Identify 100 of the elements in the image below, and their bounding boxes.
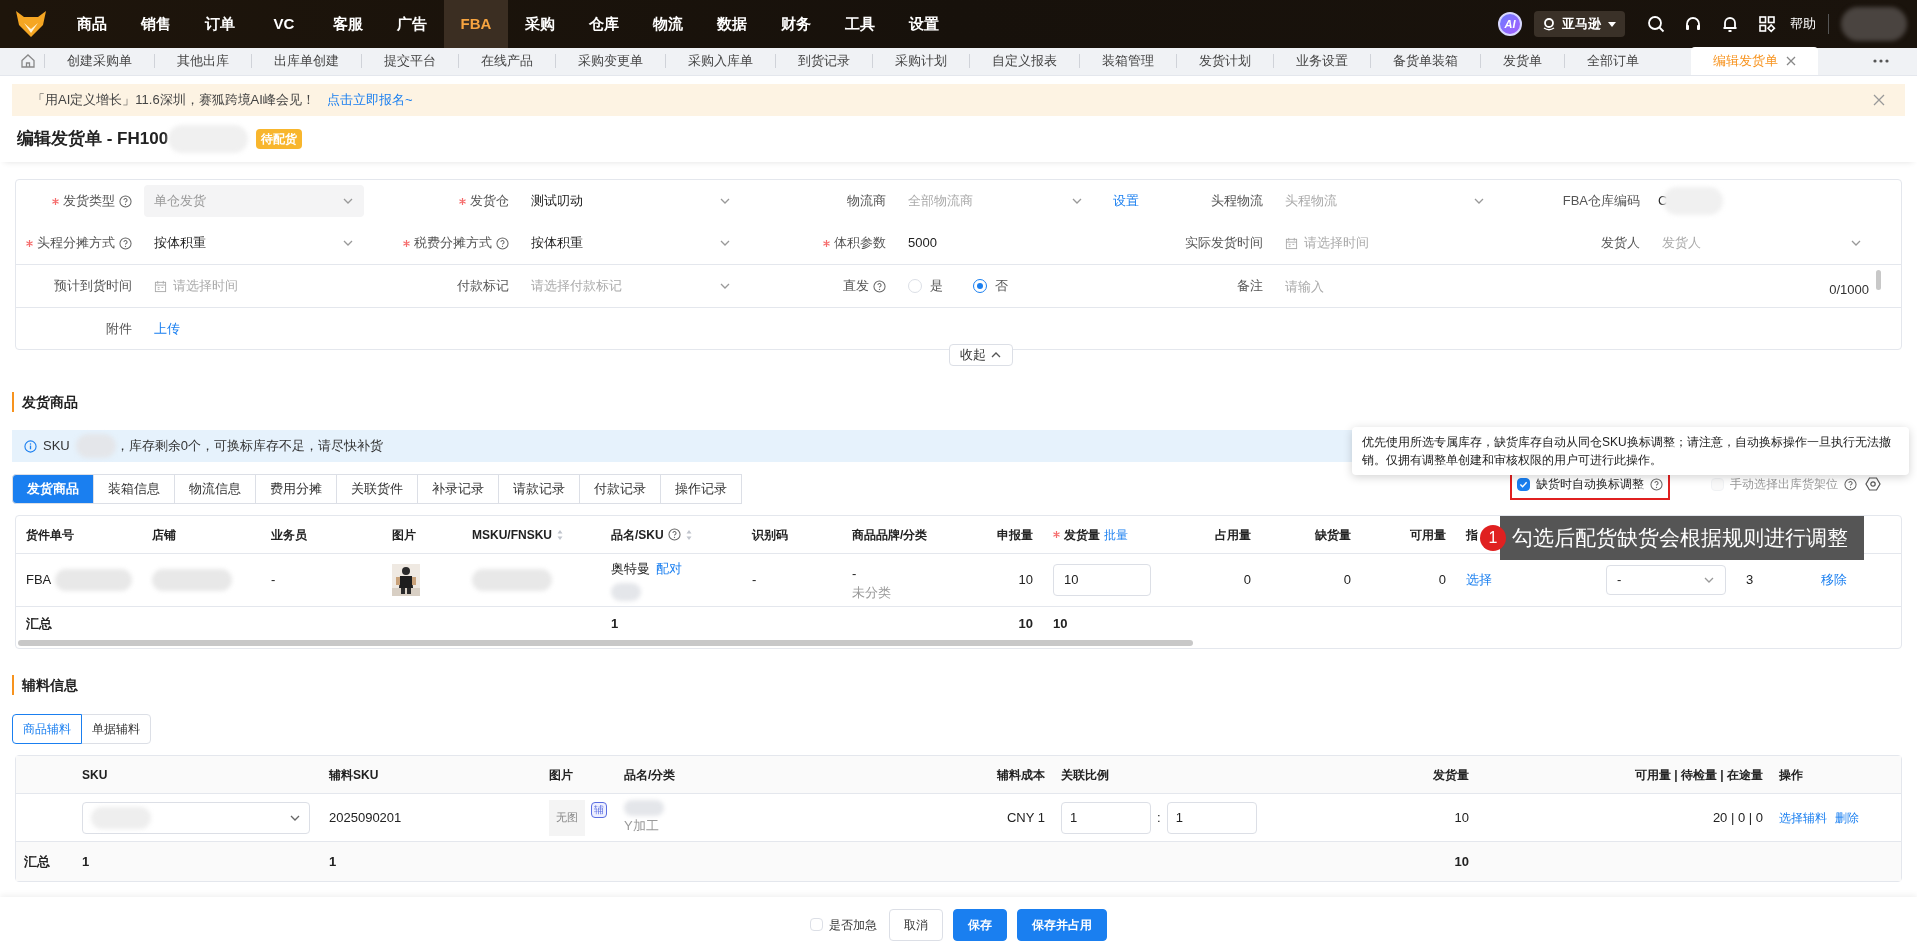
ratio-input[interactable]: 1 — [1061, 801, 1151, 834]
checkbox[interactable] — [1517, 477, 1530, 491]
total-label: 汇总 — [24, 852, 50, 871]
column-header: 店铺 — [152, 526, 176, 544]
column-header: 可用量 | 待检量 | 在途量 — [1634, 766, 1763, 784]
action-link[interactable]: 移除 — [1821, 570, 1847, 590]
nav-item[interactable]: 物流 — [636, 0, 700, 48]
apps-icon[interactable] — [1758, 15, 1776, 33]
avatar[interactable] — [1841, 7, 1907, 41]
tab[interactable]: 单据辅料 — [81, 714, 151, 744]
nav-item[interactable]: 客服 — [316, 0, 380, 48]
tab[interactable]: 采购入库单 — [666, 47, 775, 75]
field-label: 头程物流 — [1211, 192, 1263, 211]
headset-icon[interactable] — [1684, 15, 1702, 33]
total-value: 10 — [1018, 614, 1033, 633]
ai-badge[interactable]: AI — [1498, 12, 1522, 36]
tab[interactable]: 出库单创建 — [252, 47, 361, 75]
table-cell-text: - — [752, 571, 757, 590]
tab[interactable]: 操作记录 — [660, 474, 742, 504]
field-label: 附件 — [106, 319, 132, 338]
more-icon[interactable] — [1873, 59, 1889, 63]
quantity-input[interactable]: 10 — [1053, 564, 1151, 596]
nav-item[interactable]: 商品 — [60, 0, 124, 48]
close-icon[interactable] — [1786, 56, 1796, 66]
primary-button[interactable]: 保存并占用 — [1017, 908, 1107, 941]
select-field[interactable]: 测试叨动 — [521, 185, 741, 217]
tab[interactable]: 付款记录 — [579, 474, 661, 504]
tab[interactable]: 装箱信息 — [93, 474, 175, 504]
tab[interactable]: 采购计划 — [873, 47, 969, 75]
collapse-button[interactable]: 收起 — [949, 344, 1013, 366]
tab[interactable]: 物流信息 — [174, 474, 256, 504]
upload-link[interactable]: 上传 — [154, 318, 180, 339]
signup-link[interactable]: 点击立即报名~ — [326, 90, 413, 110]
platform-dropdown[interactable]: 亚马逊 — [1534, 11, 1625, 37]
nav-item[interactable]: 数据 — [700, 0, 764, 48]
tab[interactable]: 费用分摊 — [255, 474, 337, 504]
total-value: 1 — [82, 852, 90, 871]
tab[interactable]: 关联货件 — [336, 474, 418, 504]
tab[interactable]: 补录记录 — [417, 474, 499, 504]
ratio-separator: : — [1157, 808, 1161, 827]
tab[interactable]: 发货单 — [1481, 47, 1564, 75]
tab[interactable]: 业务设置 — [1274, 47, 1370, 75]
select-field[interactable]: - — [1606, 565, 1726, 595]
tab[interactable]: 到货记录 — [776, 47, 872, 75]
nav-item[interactable]: 销售 — [124, 0, 188, 48]
tab[interactable]: 请款记录 — [498, 474, 580, 504]
settings-icon[interactable] — [1865, 476, 1881, 492]
tab[interactable]: 发货计划 — [1177, 47, 1273, 75]
tab[interactable]: 商品辅料 — [12, 714, 82, 744]
batch-link[interactable]: 批量 — [1104, 525, 1128, 544]
table-cell-text: 20 | 0 | 0 — [1712, 808, 1763, 827]
select-field[interactable] — [82, 801, 310, 834]
status-badge: 待配货 — [256, 129, 303, 149]
tab[interactable]: 提交平台 — [362, 47, 458, 75]
settings-link[interactable]: 设置 — [1113, 191, 1139, 211]
select-field[interactable]: 按体积重 — [144, 227, 364, 259]
section-title: 辅料信息 — [22, 675, 78, 695]
bell-icon[interactable] — [1721, 15, 1739, 33]
nav-item[interactable]: VC — [252, 0, 316, 48]
nav-item[interactable]: 采购 — [508, 0, 572, 48]
field-label: 直发 — [843, 277, 869, 296]
remark-field[interactable]: 请输入 0/1000 — [1275, 270, 1883, 302]
close-icon[interactable] — [1873, 94, 1885, 106]
search-icon[interactable] — [1647, 15, 1665, 33]
nav-item[interactable]: 订单 — [188, 0, 252, 48]
nav-item[interactable]: 广告 — [380, 0, 444, 48]
tag: 辅 — [591, 802, 607, 818]
action-link[interactable]: 选择辅料 — [1779, 808, 1827, 827]
tab[interactable]: 创建采购单 — [45, 47, 154, 75]
nav-item[interactable]: 财务 — [764, 0, 828, 48]
tab[interactable]: 自定义报表 — [970, 47, 1079, 75]
tab[interactable]: 备货单装箱 — [1371, 47, 1480, 75]
help-link[interactable]: 帮助 — [1790, 14, 1816, 34]
pair-link[interactable]: 配对 — [656, 559, 682, 579]
table-cell-text: CNY 1 — [1006, 808, 1045, 827]
column-header: 业务员 — [271, 526, 307, 544]
nav-item[interactable]: 仓库 — [572, 0, 636, 48]
nav-item[interactable]: 工具 — [828, 0, 892, 48]
nav-item[interactable]: 设置 — [892, 0, 956, 48]
primary-button[interactable]: 保存 — [953, 908, 1007, 941]
nav-item[interactable]: FBA — [444, 0, 508, 48]
tooltip: 优先使用所选专属库存，缺货库存自动从同仓SKU换标调整；请注意，自动换标操作一旦执行无法撤销。仅拥有调整单创建和审核权限的用户可进行此操作。 — [1352, 427, 1909, 475]
tab[interactable]: 装箱管理 — [1080, 47, 1176, 75]
column-header: 缺货量 — [1315, 526, 1351, 544]
home-icon[interactable] — [20, 53, 36, 69]
tab[interactable]: 在线产品 — [459, 47, 555, 75]
action-link[interactable]: 删除 — [1835, 808, 1859, 827]
table-cell-text: 3 — [1746, 571, 1754, 590]
tab[interactable]: 发货商品 — [12, 474, 94, 504]
cancel-button[interactable]: 取消 — [889, 908, 943, 941]
ratio-input[interactable]: 1 — [1166, 801, 1257, 834]
tab[interactable]: 其他出库 — [155, 47, 251, 75]
column-header: 货件单号 — [26, 526, 74, 544]
field-value: C — [1658, 192, 1668, 211]
action-link[interactable]: 选择 — [1466, 570, 1492, 590]
tab[interactable]: 全部订单 — [1565, 47, 1661, 75]
tab[interactable]: 采购变更单 — [556, 47, 665, 75]
field-label: 发货人 — [1601, 234, 1640, 253]
select-field[interactable]: 按体积重 — [521, 227, 741, 259]
text-field[interactable]: 5000 — [898, 227, 1118, 259]
